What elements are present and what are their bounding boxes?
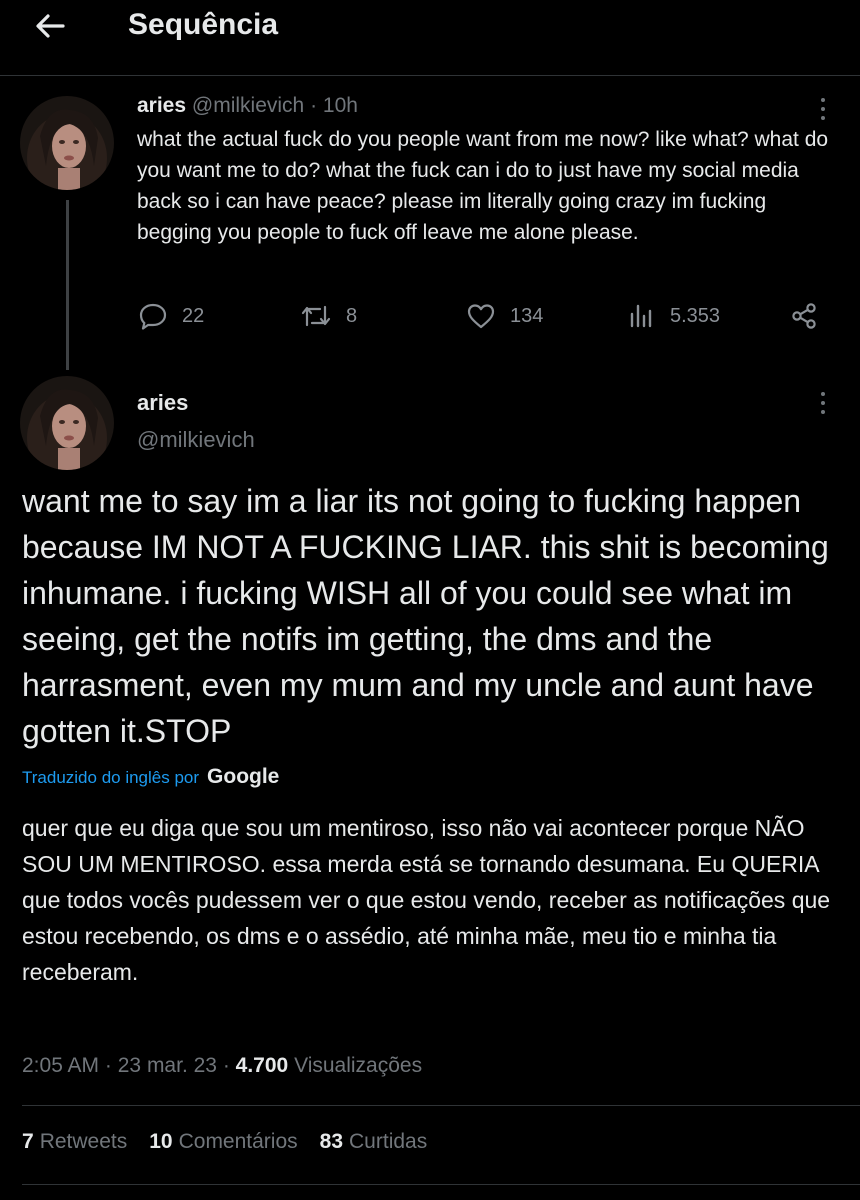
avatar[interactable] [20,376,114,470]
retweet-button[interactable]: 8 [300,300,357,332]
retweets-count: 7 [22,1130,34,1153]
user-handle[interactable]: @milkievich [137,427,255,453]
meta-separator: · [310,94,318,117]
divider [22,1105,860,1106]
share-button[interactable] [790,300,818,332]
more-options-button[interactable] [813,94,833,124]
back-button[interactable] [30,6,70,46]
tweet2-translation: quer que eu diga que sou um mentiroso, i… [22,815,831,985]
tweet-time[interactable]: 2:05 AM [22,1054,99,1077]
views-label: Visualizações [294,1054,423,1077]
translated-label[interactable]: Traduzido do inglês por [22,768,199,788]
share-icon [792,303,816,329]
comments-stat[interactable]: 10 Comentários [149,1130,297,1154]
likes-stat[interactable]: 83 Curtidas [320,1130,428,1154]
retweets-label: Retweets [39,1130,128,1153]
google-logo: Google [207,765,280,788]
retweet-count: 8 [346,304,358,327]
tweet2-text: want me to say im a liar its not going t… [22,483,829,749]
engagement-stats: 7 Retweets 10 Comentários 83 Curtidas [22,1130,427,1154]
display-name[interactable]: aries [137,390,188,416]
top-bar: Sequência [0,0,860,76]
likes-label: Curtidas [349,1130,428,1153]
user-handle[interactable]: @milkievich [192,94,304,117]
tweet1-text: what the actual fuck do you people want … [137,128,829,244]
meta-separator: · [104,1054,112,1077]
thread-connector-line [66,200,69,370]
reply-button[interactable]: 22 [138,300,204,332]
more-icon [821,392,825,396]
like-count: 134 [510,304,544,327]
tweet-time[interactable]: 10h [323,94,358,117]
page-title: Sequência [128,8,279,41]
views-button[interactable]: 5.353 [628,300,720,332]
more-icon [821,98,825,102]
views-count: 5.353 [670,304,721,327]
like-icon [467,304,495,329]
comments-count: 10 [149,1130,173,1153]
views-count: 4.700 [235,1054,289,1077]
meta-separator: · [222,1054,230,1077]
comments-label: Comentários [178,1130,298,1153]
display-name[interactable]: aries [137,94,186,117]
tweet-date[interactable]: 23 mar. 23 [118,1054,217,1077]
more-options-button[interactable] [813,388,833,418]
likes-count: 83 [319,1130,344,1153]
back-arrow-icon [36,14,65,38]
retweet-icon [301,305,331,327]
divider [22,1184,860,1185]
translation-attribution: Traduzido do inglês por Google [22,765,279,789]
retweets-stat[interactable]: 7 Retweets [22,1130,127,1154]
reply-icon [139,303,167,330]
reply-count: 22 [182,304,205,327]
tweet2-meta: 2:05 AM · 23 mar. 23 · 4.700 Visualizaçõ… [22,1054,422,1078]
like-button[interactable]: 134 [466,300,543,332]
views-icon [630,304,652,328]
tweet1-meta: aries @milkievich · 10h [137,94,358,118]
avatar[interactable] [20,96,114,190]
